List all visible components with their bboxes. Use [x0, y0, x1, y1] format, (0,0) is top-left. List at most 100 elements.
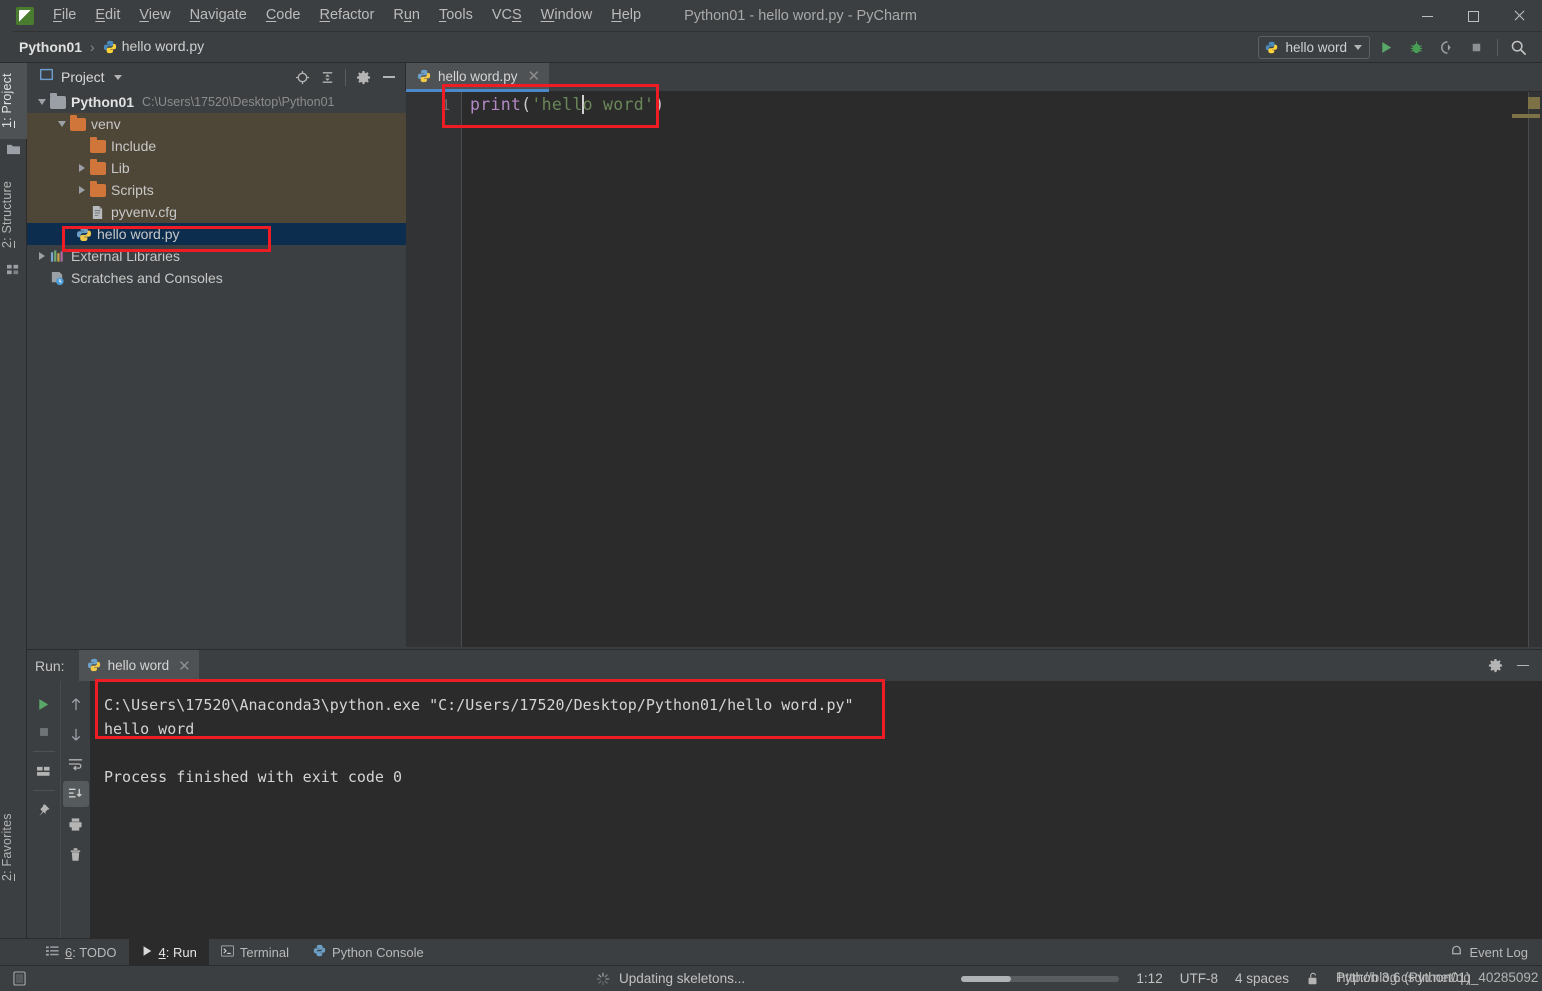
window-title: Python01 - hello word.py - PyCharm [684, 7, 917, 24]
soft-wrap-icon[interactable] [63, 751, 89, 777]
bottom-tab-run[interactable]: 4: Run [128, 939, 209, 965]
run-settings-gear-icon[interactable] [1484, 654, 1507, 677]
editor-tab-label: hello word.py [438, 68, 518, 84]
run-coverage-button[interactable] [1433, 34, 1460, 61]
run-panel-header: Run: hello word ✕ [27, 650, 1542, 681]
close-icon[interactable]: ✕ [528, 69, 541, 84]
toolbar-divider [32, 790, 55, 791]
menu-item-navigate[interactable]: Navigate [181, 4, 256, 27]
event-log-button[interactable]: Event Log [1450, 944, 1528, 960]
run-console-output[interactable]: C:\Users\17520\Anaconda3\python.exe "C:/… [90, 681, 1542, 938]
menu-item-refactor[interactable]: Refactor [311, 4, 384, 27]
hide-panel-icon[interactable] [377, 66, 400, 89]
interpreter-indicator[interactable]: Python 3.6 (Python01) http://blog.csdn.n… [1336, 970, 1538, 988]
inspection-marker-icon[interactable] [1528, 97, 1540, 109]
search-everywhere-button[interactable] [1505, 34, 1532, 61]
toggle-statusbar-icon[interactable] [6, 971, 32, 986]
project-panel-header: Project [27, 63, 405, 91]
scroll-to-end-icon[interactable] [62, 781, 89, 807]
settings-gear-icon[interactable] [352, 66, 375, 89]
code-editor[interactable]: 1 print('hell o word') [406, 92, 1542, 647]
sidebar-item-structure[interactable]: 2: Structure [0, 169, 27, 259]
bottom-tab-todo[interactable]: 6: TODO [34, 939, 129, 965]
chevron-right-icon[interactable] [35, 245, 49, 267]
tree-row-venv[interactable]: venv [27, 113, 406, 135]
tree-row-hello-word-py[interactable]: hello word.py [27, 223, 406, 245]
tree-row-scripts[interactable]: Scripts [27, 179, 406, 201]
bottom-tab-label: 6: TODO [65, 944, 117, 960]
encoding-indicator[interactable]: UTF-8 [1180, 971, 1218, 986]
editor-tab-hello-word-py[interactable]: hello word.py ✕ [406, 63, 550, 92]
maximize-button[interactable] [1450, 0, 1496, 32]
run-tab-hello-word[interactable]: hello word ✕ [78, 650, 199, 681]
close-button[interactable] [1496, 0, 1542, 32]
chevron-down-icon[interactable] [113, 74, 122, 80]
menu-item-run[interactable]: Run [384, 4, 429, 27]
console-line-2: hello word [104, 720, 195, 738]
run-panel-label: Run: [35, 657, 65, 674]
collapse-all-icon[interactable] [316, 66, 339, 89]
tree-row-python01[interactable]: Python01 C:\Users\17520\Desktop\Python01 [27, 91, 406, 113]
indent-indicator[interactable]: 4 spaces [1235, 971, 1289, 986]
sidebar-item-favorites[interactable]: 2: Favorites [0, 798, 27, 896]
breadcrumb-file[interactable]: hello word.py [98, 36, 210, 59]
editor-marker-bar[interactable] [1512, 92, 1542, 647]
stop-process-button[interactable] [31, 719, 57, 745]
run-tool-window: Run: hello word ✕ C:\Users\17520\Anacond… [27, 649, 1542, 938]
printer-icon[interactable] [63, 811, 89, 837]
editor-area: hello word.py ✕ 1 print('hell o word') [406, 63, 1542, 647]
menu-item-vcs[interactable]: VCS [483, 4, 531, 27]
project-panel-header-icons [291, 66, 400, 89]
menu-item-window[interactable]: Window [532, 4, 602, 27]
menu-item-code[interactable]: Code [257, 4, 310, 27]
python-icon [313, 944, 326, 960]
chevron-right-icon[interactable] [75, 179, 89, 201]
chevron-down-icon [1354, 45, 1362, 50]
chevron-down-icon[interactable] [55, 113, 69, 135]
arrow-down-icon[interactable] [63, 721, 89, 747]
arrow-up-icon[interactable] [63, 691, 89, 717]
run-button[interactable] [1373, 34, 1400, 61]
status-bar-right: 1:12 UTF-8 4 spaces Python 3.6 (Python01… [961, 970, 1538, 988]
layout-settings-button[interactable] [31, 758, 57, 784]
select-opened-file-icon[interactable] [291, 66, 314, 89]
hide-run-panel-icon[interactable] [1511, 654, 1534, 677]
close-icon[interactable]: ✕ [178, 657, 191, 675]
breadcrumb-project[interactable]: Python01 [14, 37, 87, 57]
caret-position[interactable]: 1:12 [1136, 971, 1162, 986]
toolbar-divider [1497, 39, 1498, 56]
code-token-string-after-caret: o word' [582, 95, 655, 114]
tree-label: Python01 [71, 94, 135, 110]
bottom-tab-python-console[interactable]: Python Console [301, 939, 436, 965]
code-body[interactable]: print('hell o word') [462, 92, 1542, 647]
minimize-button[interactable] [1404, 0, 1450, 32]
debug-button[interactable] [1403, 34, 1430, 61]
bottom-tab-terminal[interactable]: Terminal [209, 939, 301, 965]
project-panel-title: Project [61, 69, 105, 85]
chevron-down-icon[interactable] [35, 91, 49, 113]
tree-row-pyvenv-cfg[interactable]: pyvenv.cfg [27, 201, 406, 223]
memory-progress-bar[interactable] [961, 975, 1120, 982]
run-configuration-name: hello word [1285, 40, 1347, 55]
chevron-right-icon[interactable] [75, 157, 89, 179]
project-tree: Python01 C:\Users\17520\Desktop\Python01… [27, 91, 406, 647]
trash-icon[interactable] [63, 841, 89, 867]
tree-row-lib[interactable]: Lib [27, 157, 406, 179]
stop-button[interactable] [1463, 34, 1490, 61]
menu-item-edit[interactable]: Edit [86, 4, 129, 27]
rerun-button[interactable] [31, 691, 57, 717]
tree-row-scratches-and-consoles[interactable]: Scratches and Consoles [27, 267, 406, 289]
editor-gutter[interactable]: 1 [406, 92, 462, 647]
menu-item-help[interactable]: Help [602, 4, 650, 27]
pin-tab-button[interactable] [31, 797, 57, 823]
run-configuration-selector[interactable]: hello word [1258, 36, 1370, 59]
code-line-1[interactable]: print('hell o word') [462, 92, 664, 117]
tree-row-include[interactable]: Include [27, 135, 406, 157]
menu-item-tools[interactable]: Tools [430, 4, 482, 27]
tree-row-external-libraries[interactable]: External Libraries [27, 245, 406, 267]
menu-item-file[interactable]: FFileile [44, 4, 85, 27]
warning-stripe-marker[interactable] [1512, 114, 1540, 118]
sidebar-item-project[interactable]: 1: Project [0, 63, 27, 139]
menu-item-view[interactable]: View [130, 4, 179, 27]
unlocked-icon[interactable] [1306, 972, 1319, 986]
